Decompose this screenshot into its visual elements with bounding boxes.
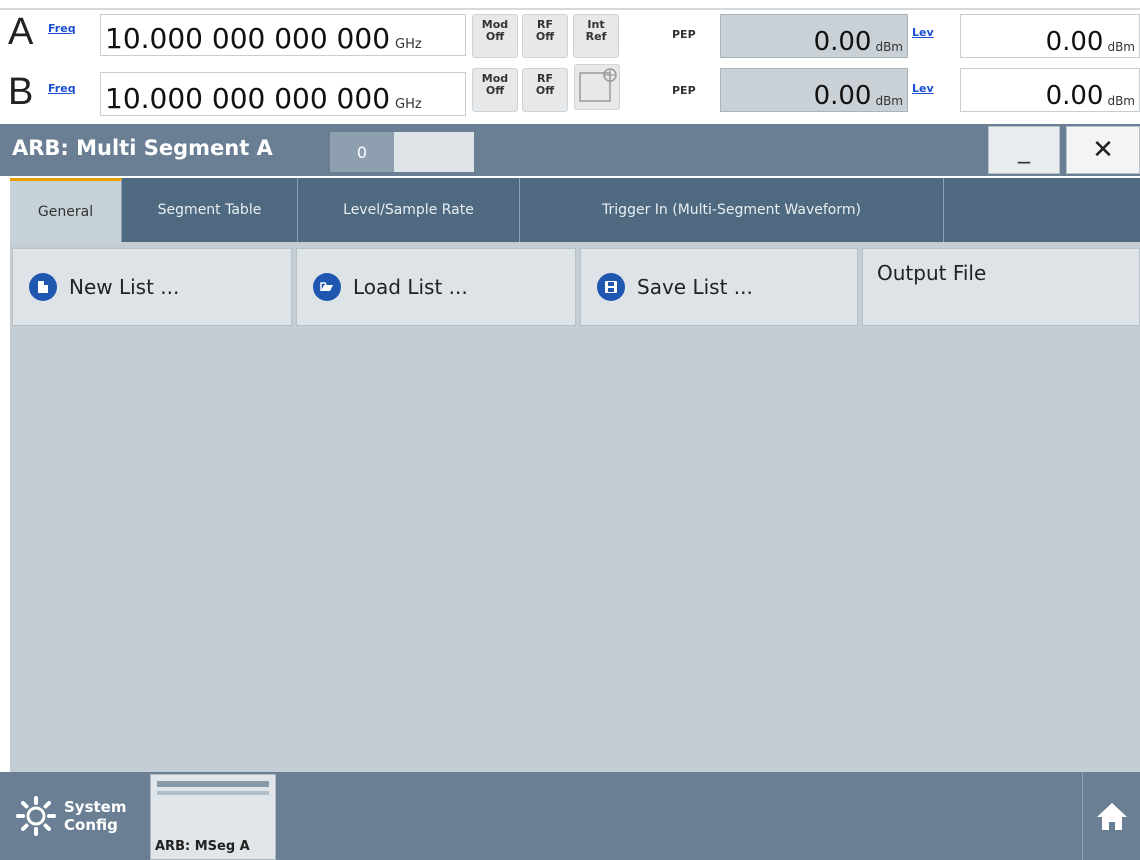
pep-b-unit: dBm xyxy=(875,94,903,108)
thumbnail-preview-row xyxy=(157,791,269,795)
home-button[interactable] xyxy=(1082,772,1140,860)
channel-b-label: B xyxy=(8,71,34,113)
output-file-field[interactable]: Output File xyxy=(862,248,1140,326)
lev-a-field[interactable]: 0.00 dBm xyxy=(960,14,1140,58)
freq-a-label[interactable]: Freq xyxy=(48,22,76,35)
lev-b-field[interactable]: 0.00 dBm xyxy=(960,68,1140,112)
mod-a-button[interactable]: Mod Off xyxy=(472,14,518,58)
segment-index-value: 0 xyxy=(330,132,394,172)
new-list-label: New List ... xyxy=(69,275,180,299)
rf-a-button[interactable]: RF Off xyxy=(522,14,568,58)
system-config-button[interactable]: System Config xyxy=(8,772,148,860)
pep-a-label: PEP xyxy=(672,28,696,41)
thumbnail-label: ARB: MSeg A xyxy=(155,839,250,854)
freq-b-field[interactable]: 10.000 000 000 000 GHz xyxy=(100,72,466,116)
output-file-label: Output File xyxy=(877,261,987,285)
lev-b-label[interactable]: Lev xyxy=(912,82,934,95)
tab-segment-table[interactable]: Segment Table xyxy=(122,178,298,242)
minimize-button[interactable]: _ xyxy=(988,126,1060,174)
lev-a-unit: dBm xyxy=(1107,40,1135,54)
int-ref-button[interactable]: Int Ref xyxy=(573,14,619,58)
rf-b-button[interactable]: RF Off xyxy=(522,68,568,112)
load-list-button[interactable]: Load List ... xyxy=(296,248,576,326)
tab-general[interactable]: General xyxy=(10,178,122,242)
system-config-label: System Config xyxy=(64,798,127,834)
pep-b-value: 0.00 xyxy=(813,81,872,111)
pep-a-unit: dBm xyxy=(875,40,903,54)
ref-oscillator-icon xyxy=(579,68,617,102)
ref-oscillator-button[interactable] xyxy=(574,64,620,110)
pep-b-label: PEP xyxy=(672,84,696,97)
lev-a-label[interactable]: Lev xyxy=(912,26,934,39)
new-list-button[interactable]: New List ... xyxy=(12,248,292,326)
mod-b-button[interactable]: Mod Off xyxy=(472,68,518,112)
tab-trigger-in[interactable]: Trigger In (Multi-Segment Waveform) xyxy=(520,178,944,242)
new-list-icon xyxy=(29,273,57,301)
freq-a-field[interactable]: 10.000 000 000 000 GHz xyxy=(100,14,466,56)
pep-b-field: 0.00 dBm xyxy=(720,68,908,112)
freq-b-label[interactable]: Freq xyxy=(48,82,76,95)
freq-b-unit: GHz xyxy=(395,97,422,112)
pep-a-value: 0.00 xyxy=(813,27,872,57)
freq-a-unit: GHz xyxy=(395,37,422,52)
freq-a-value: 10.000 000 000 000 xyxy=(105,22,391,55)
top-margin xyxy=(0,0,1140,8)
gear-icon xyxy=(16,796,56,836)
pep-a-field: 0.00 dBm xyxy=(720,14,908,58)
dialog-title: ARB: Multi Segment A xyxy=(12,136,273,160)
arb-mseg-thumbnail[interactable]: ARB: MSeg A xyxy=(150,774,276,860)
freq-b-value: 10.000 000 000 000 xyxy=(105,82,391,115)
channel-a-label: A xyxy=(8,11,34,53)
lev-b-unit: dBm xyxy=(1107,94,1135,108)
save-list-button[interactable]: Save List ... xyxy=(580,248,858,326)
save-list-label: Save List ... xyxy=(637,275,753,299)
home-icon xyxy=(1096,803,1127,830)
save-list-icon xyxy=(597,273,625,301)
tab-level-sample-rate[interactable]: Level/Sample Rate xyxy=(298,178,520,242)
thumbnail-preview-bar xyxy=(157,781,269,787)
segment-index-field[interactable]: 0 xyxy=(330,132,474,172)
lev-b-value: 0.00 xyxy=(1045,81,1104,111)
load-list-icon xyxy=(313,273,341,301)
close-button[interactable]: ✕ xyxy=(1066,126,1140,174)
lev-a-value: 0.00 xyxy=(1045,27,1104,57)
load-list-label: Load List ... xyxy=(353,275,468,299)
top-divider xyxy=(0,8,1140,10)
